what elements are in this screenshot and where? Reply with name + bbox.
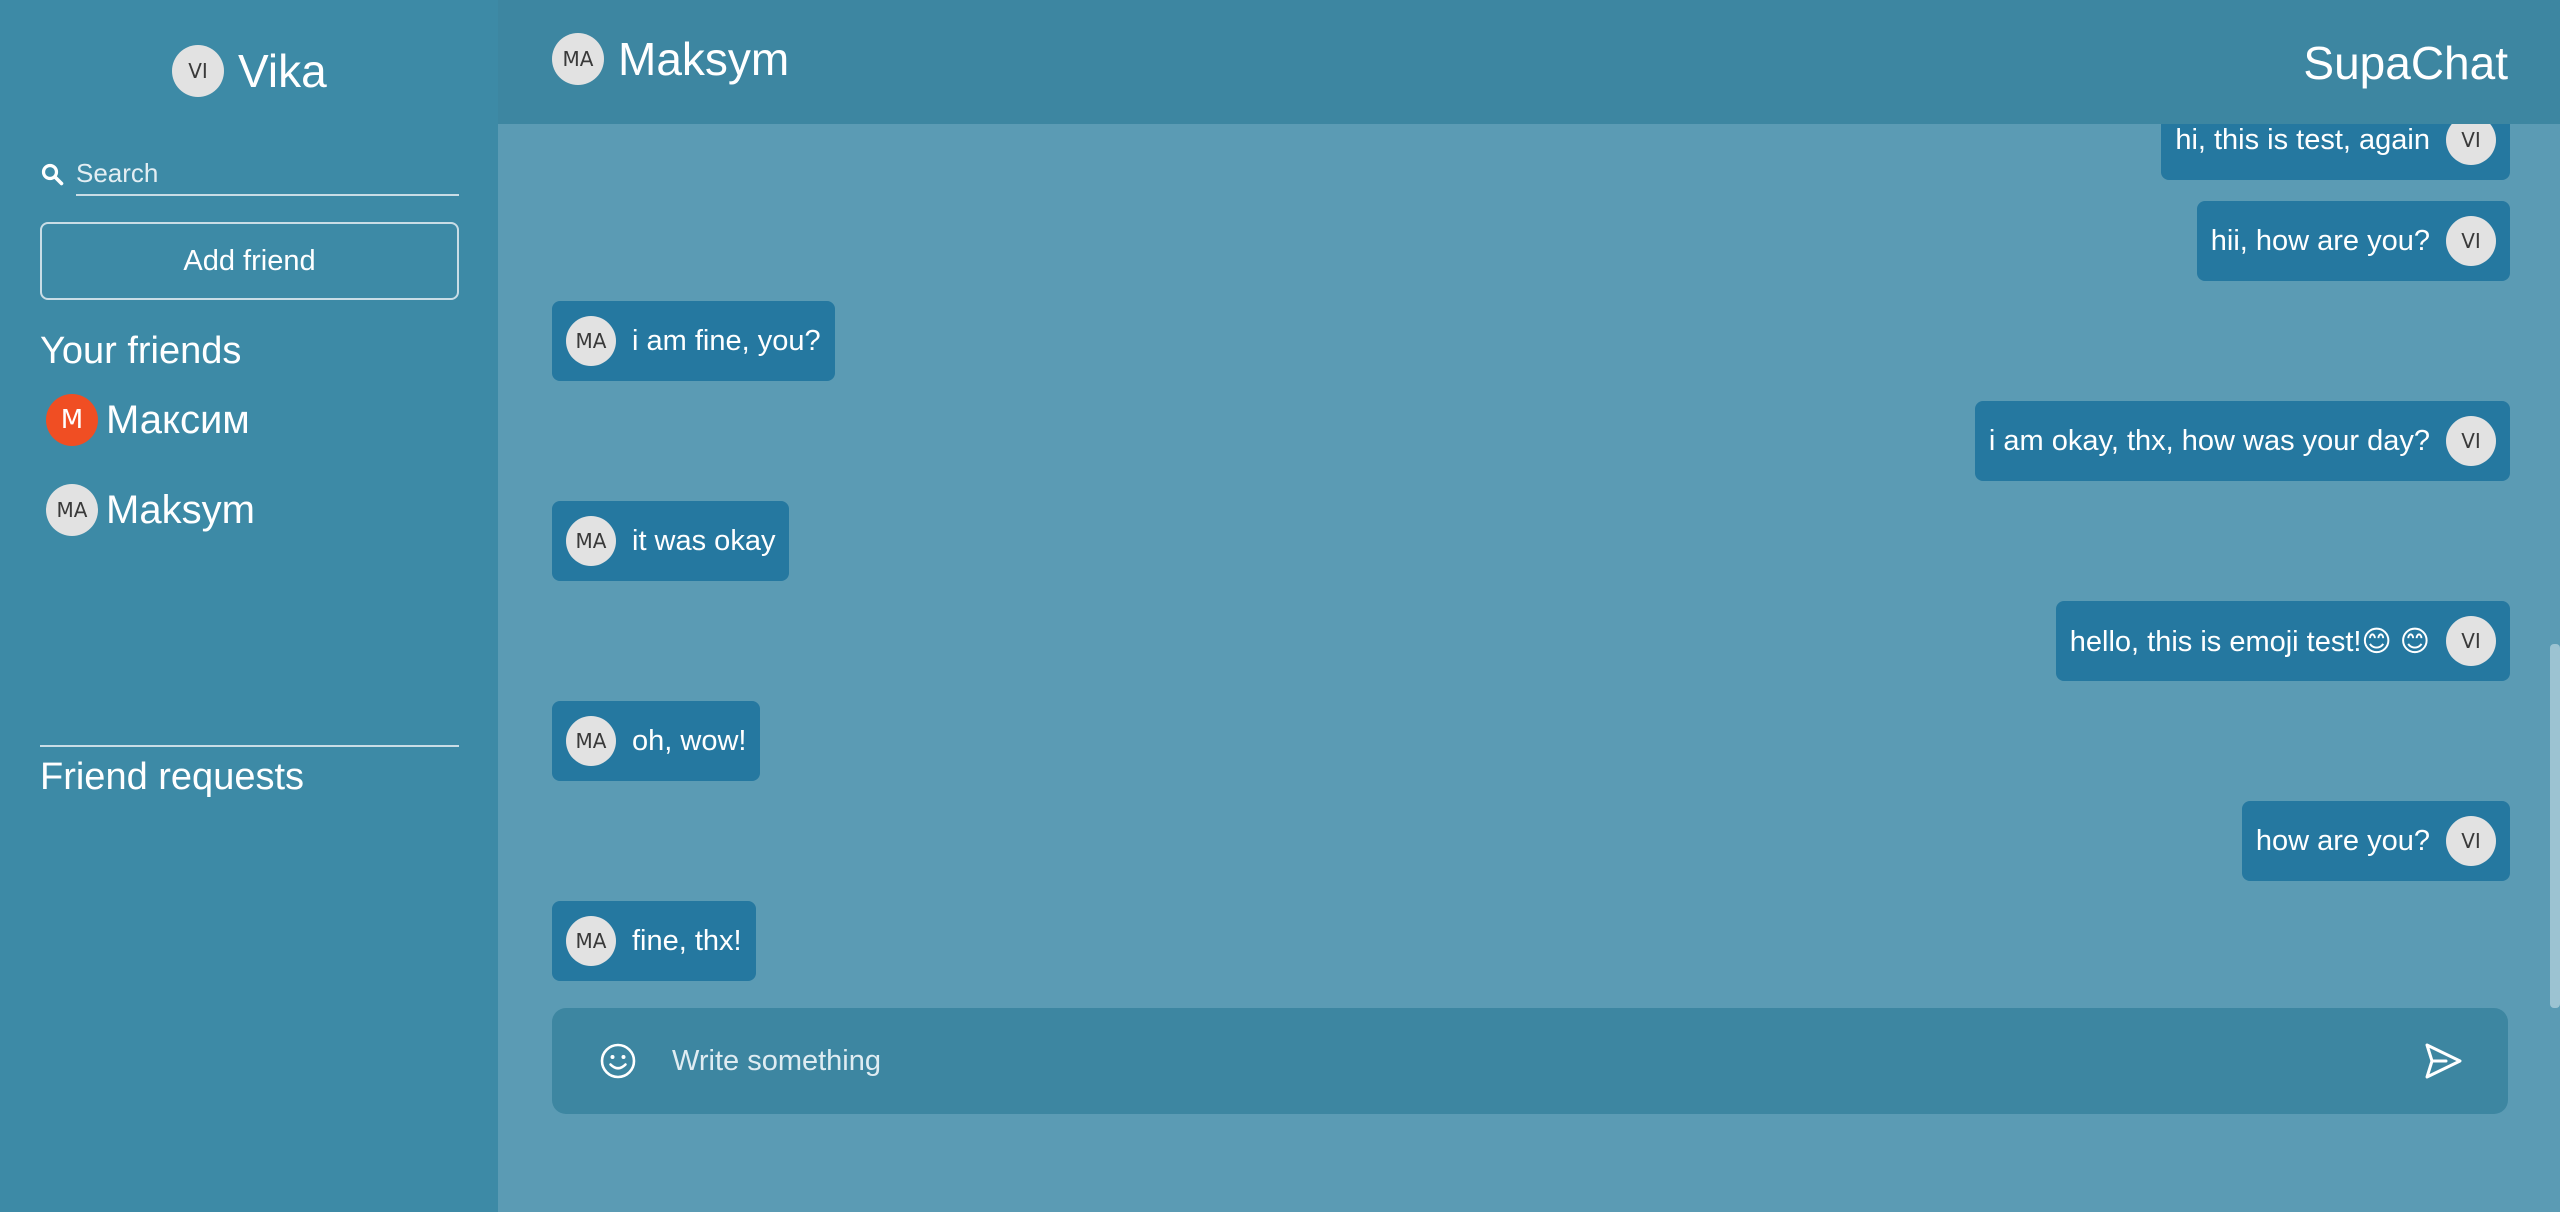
message-avatar: MA	[566, 516, 616, 566]
message-avatar: VI	[2446, 416, 2496, 466]
message-input[interactable]	[672, 1031, 2422, 1091]
message-list-scrollbar[interactable]	[2550, 644, 2560, 1008]
message-text: how are you?	[2255, 824, 2430, 857]
message-text: i am fine, you?	[632, 324, 821, 357]
message-text: oh, wow!	[632, 724, 747, 757]
add-friend-button[interactable]: Add friend	[40, 222, 459, 300]
chat-partner[interactable]: MA Maksym	[552, 32, 789, 86]
sidebar-divider	[40, 745, 459, 747]
message-avatar: MA	[566, 916, 616, 966]
current-user-avatar: VI	[172, 45, 224, 97]
message-bubble-outgoing: hi, this is test, again VI	[2161, 124, 2510, 180]
message-text: fine, thx!	[632, 924, 742, 957]
smiley-icon[interactable]	[598, 1041, 638, 1081]
message-bubble-incoming: MA oh, wow!	[552, 701, 761, 781]
message-text: hello, this is emoji test!😊 😊	[2069, 625, 2430, 658]
search-icon	[41, 163, 64, 186]
message-avatar: VI	[2446, 216, 2496, 266]
current-user[interactable]: VI Vika	[172, 44, 327, 98]
message-avatar: VI	[2446, 124, 2496, 165]
message-text: i am okay, thx, how was your day?	[1988, 424, 2430, 457]
message-bubble-outgoing: i am okay, thx, how was your day? VI	[1974, 401, 2510, 481]
message-bubble-incoming: MA fine, thx!	[552, 901, 756, 981]
message-composer	[552, 1008, 2508, 1114]
message-bubble-outgoing: how are you? VI	[2241, 801, 2510, 881]
message-text: it was okay	[632, 524, 776, 557]
message-avatar: MA	[566, 316, 616, 366]
message-bubble-outgoing: hello, this is emoji test!😊 😊 VI	[2055, 601, 2510, 681]
app-brand: SupaChat	[2303, 37, 2508, 89]
send-icon[interactable]	[2422, 1040, 2464, 1082]
chat-partner-name: Maksym	[618, 33, 790, 85]
friends-heading: Your friends	[40, 330, 242, 372]
message-text: hi, this is test, again	[2175, 124, 2430, 156]
message-bubble-incoming: MA i am fine, you?	[552, 301, 835, 381]
friend-avatar: M	[46, 394, 98, 446]
message-avatar: MA	[566, 716, 616, 766]
message-avatar: VI	[2446, 616, 2496, 666]
message-list[interactable]: hi, this is test, again VI hii, how are …	[498, 124, 2560, 1000]
sidebar: VI Vika Add friend Your friends M Максим…	[0, 0, 498, 1212]
friend-item-maksym[interactable]: MA Maksym	[46, 484, 255, 536]
friend-avatar: MA	[46, 484, 98, 536]
friend-requests-heading: Friend requests	[40, 756, 305, 798]
search-bar	[40, 152, 459, 196]
friend-name: Максим	[106, 397, 250, 442]
friend-name: Maksym	[106, 487, 255, 532]
chat-partner-avatar: MA	[552, 33, 604, 85]
message-text: hii, how are you?	[2210, 224, 2430, 257]
chat-header: MA Maksym SupaChat	[498, 0, 2560, 124]
message-bubble-incoming: MA it was okay	[552, 501, 790, 581]
message-avatar: VI	[2446, 816, 2496, 866]
friend-item-maksim-cyrillic[interactable]: M Максим	[46, 394, 250, 446]
message-bubble-outgoing: hii, how are you? VI	[2196, 201, 2510, 281]
search-input[interactable]	[76, 152, 459, 196]
current-user-name: Vika	[238, 45, 327, 97]
